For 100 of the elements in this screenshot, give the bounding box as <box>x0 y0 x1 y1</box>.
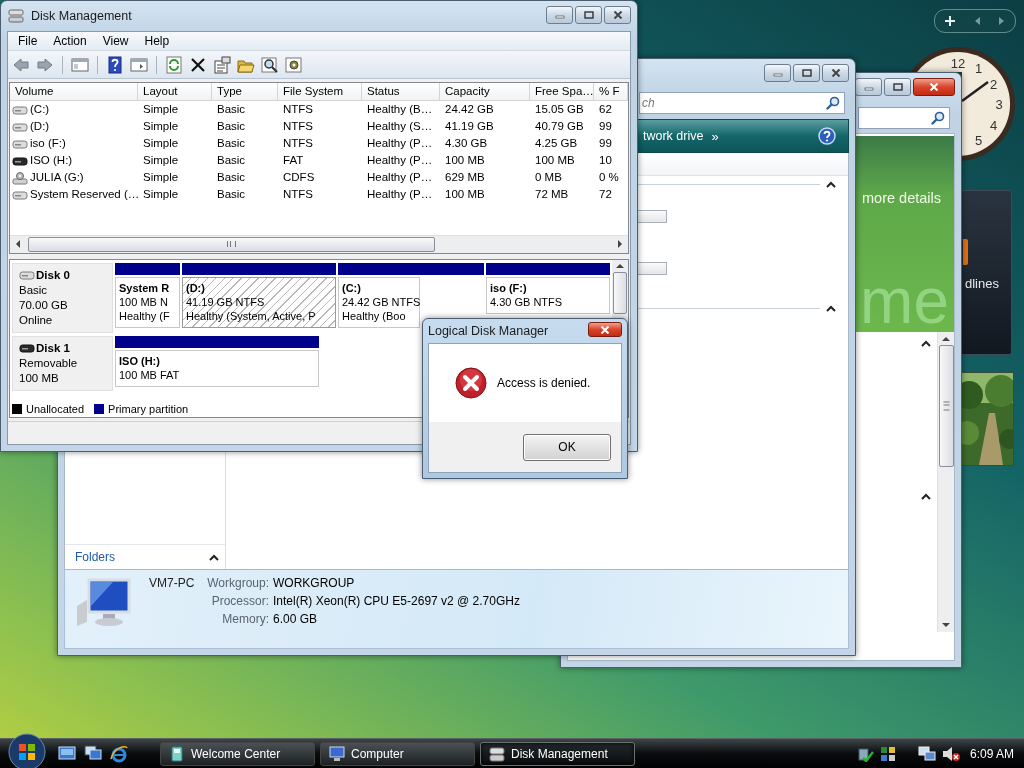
collapse-icon[interactable] <box>826 181 836 188</box>
properties-icon[interactable] <box>213 55 231 74</box>
partition-name: iso (F:) <box>490 280 528 295</box>
partition-block[interactable]: ISO (H:) 100 MB FAT <box>115 349 319 387</box>
partition-detail: 100 MB N <box>119 294 169 309</box>
close-button[interactable] <box>913 78 955 96</box>
column-header[interactable]: Free Spa… <box>530 83 594 102</box>
menu-item[interactable]: Action <box>45 32 95 49</box>
vertical-scrollbar[interactable] <box>937 332 954 632</box>
removable-drive-icon <box>19 342 35 355</box>
map-drive-button[interactable]: twork drive <box>643 129 704 143</box>
more-commands-button[interactable]: » <box>711 128 719 144</box>
browser-icon[interactable] <box>110 744 128 763</box>
menu-item[interactable]: View <box>94 32 137 49</box>
maximize-button[interactable] <box>884 78 911 96</box>
menu-item[interactable]: File <box>10 32 46 49</box>
gadget-title: dlines <box>965 276 999 291</box>
collapse-icon[interactable] <box>826 305 836 312</box>
minimize-button[interactable] <box>546 6 573 24</box>
table-cell-text: CDFS <box>282 170 316 186</box>
maximize-button[interactable] <box>575 6 602 24</box>
settings-icon[interactable] <box>285 55 303 74</box>
minimize-button[interactable] <box>764 64 791 82</box>
column-header[interactable]: % F <box>594 83 628 102</box>
search-icon <box>826 96 840 110</box>
column-header[interactable]: File System <box>278 83 362 102</box>
table-cell-text: 4.25 GB <box>534 136 579 152</box>
table-cell-text: Basic <box>216 187 247 203</box>
close-button[interactable] <box>588 322 622 337</box>
collapse-icon[interactable] <box>921 493 931 500</box>
plus-icon[interactable] <box>943 15 956 27</box>
collapse-icon[interactable] <box>921 340 931 347</box>
close-button[interactable] <box>604 6 631 24</box>
table-cell-text: 100 MB <box>444 187 486 203</box>
column-header[interactable]: Capacity <box>440 83 530 102</box>
folders-label[interactable]: Folders <box>75 550 115 564</box>
network-icon[interactable] <box>917 745 936 762</box>
clock-time[interactable]: 6:09 AM <box>969 746 1014 761</box>
clock-numeral: 2 <box>989 76 998 92</box>
column-header[interactable]: Type <box>212 83 278 102</box>
table-cell-text: 41.19 GB <box>444 119 495 135</box>
left-arrow-icon[interactable] <box>973 16 981 26</box>
column-header[interactable]: Volume <box>10 83 138 102</box>
dialog-title: Logical Disk Manager <box>428 324 549 338</box>
forward-arrow-icon[interactable] <box>36 55 54 74</box>
partition-block[interactable]: System R 100 MB N Healthy (F <box>115 276 180 328</box>
disk-detail: 70.00 GB <box>19 297 69 313</box>
taskbar-button[interactable]: Computer <box>320 741 475 766</box>
help-icon[interactable] <box>106 55 124 74</box>
partition-block[interactable]: (C:) 24.42 GB NTFS Healthy (Boo <box>338 276 420 328</box>
partition-name: (C:) <box>342 280 362 295</box>
maximize-icon <box>892 83 903 91</box>
magnifier-icon[interactable] <box>261 55 279 74</box>
start-button-icon[interactable] <box>8 732 46 768</box>
taskbar-button[interactable]: Disk Management <box>480 741 635 766</box>
drive-icon <box>19 269 35 282</box>
horizontal-scrollbar[interactable] <box>10 234 628 253</box>
ok-button[interactable]: OK <box>523 433 611 461</box>
show-desktop-icon[interactable] <box>58 744 76 761</box>
volume-muted-icon[interactable] <box>941 745 960 762</box>
table-cell-text: Basic <box>216 153 247 169</box>
minimize-button[interactable] <box>855 78 882 96</box>
help-icon[interactable] <box>818 127 836 145</box>
legend-label: Unallocated <box>26 403 85 416</box>
partition-block[interactable]: (D:) 41.19 GB NTFS Healthy (System, Active, P <box>182 276 336 328</box>
disk-info-panel[interactable]: Disk 1 Removable 100 MB <box>12 335 113 391</box>
table-cell-text: Basic <box>216 136 247 152</box>
task-label: Welcome Center <box>191 746 281 761</box>
search-field[interactable] <box>858 107 950 129</box>
clock-numeral: 4 <box>989 117 998 133</box>
disk-info-panel[interactable]: Disk 0 Basic 70.00 GB Online <box>12 262 113 333</box>
computer-icon <box>329 745 345 762</box>
folders-header[interactable]: Folders <box>65 544 225 569</box>
delete-icon[interactable] <box>189 55 207 74</box>
collapse-icon[interactable] <box>209 553 219 561</box>
drive-icon <box>12 103 28 116</box>
back-arrow-icon[interactable] <box>12 55 30 74</box>
column-header[interactable]: Status <box>362 83 440 102</box>
column-header[interactable]: Layout <box>138 83 212 102</box>
switch-windows-icon[interactable] <box>84 744 102 761</box>
maximize-button[interactable] <box>793 64 820 82</box>
security-icon[interactable] <box>857 745 874 762</box>
table-cell-text: Healthy (P… <box>366 136 434 152</box>
close-button[interactable] <box>822 64 849 82</box>
table-cell-text: 10 <box>598 153 613 169</box>
disk-name: Disk 1 <box>36 340 70 356</box>
refresh-icon[interactable] <box>165 55 183 74</box>
table-cell-text: Simple <box>142 170 180 186</box>
search-field[interactable]: ch <box>639 92 845 114</box>
partition-block[interactable]: iso (F:) 4.30 GB NTFS <box>486 276 610 314</box>
headline-marker <box>963 239 968 265</box>
detail-value: Intel(R) Xeon(R) CPU E5-2697 v2 @ 2.70GHz <box>273 594 520 609</box>
detail-value: 6.00 GB <box>273 612 319 627</box>
table-cell-text: 99 <box>598 136 613 152</box>
sync-icon[interactable] <box>879 745 896 762</box>
table-cell-text: 40.79 GB <box>534 119 585 135</box>
taskbar-button[interactable]: Welcome Center <box>160 741 315 766</box>
menu-item[interactable]: Help <box>136 32 178 49</box>
clock-numeral: 1 <box>974 61 983 77</box>
action-pane-icon[interactable] <box>130 55 148 74</box>
